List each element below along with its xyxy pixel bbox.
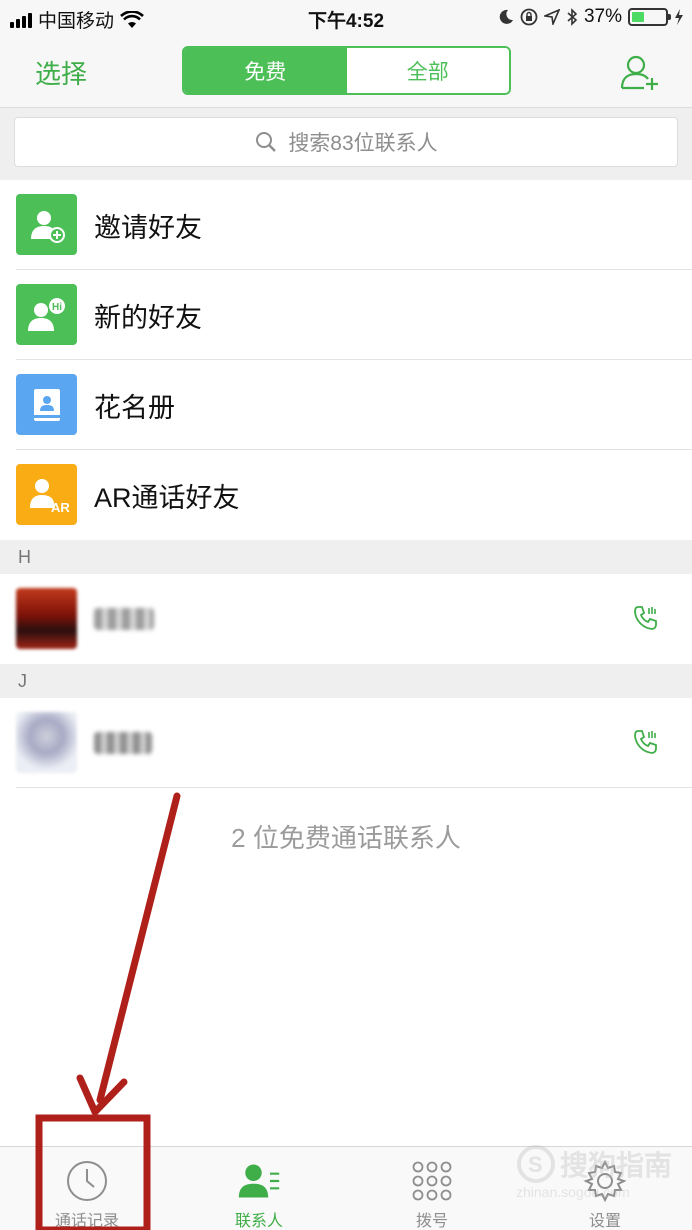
search-icon	[256, 132, 277, 152]
search-area: 搜索83位联系人	[0, 108, 692, 180]
new-friend-icon: Hi	[16, 284, 77, 345]
battery-icon	[628, 8, 671, 26]
section-header-h: H	[0, 540, 692, 574]
watermark: S 搜狗指南 zhinan.sogou.com	[512, 1140, 688, 1210]
tab-label: 拨号	[415, 1213, 448, 1230]
contact-name-blurred	[94, 608, 154, 630]
watermark-brand: 搜狗指南	[560, 1150, 673, 1181]
watermark-url: zhinan.sogou.com	[516, 1184, 630, 1200]
list-item-label: 花名册	[94, 393, 175, 423]
avatar	[16, 712, 77, 773]
free-call-icon[interactable]	[632, 728, 660, 756]
list-item-ar-friend[interactable]: AR AR通话好友	[0, 450, 692, 540]
list-item-new-friend[interactable]: Hi 新的好友	[0, 270, 692, 360]
ar-friend-icon: AR	[16, 464, 77, 525]
svg-text:Hi: Hi	[52, 302, 62, 313]
list-item-invite-friend[interactable]: 邀请好友	[0, 180, 692, 270]
contact-row[interactable]	[0, 698, 692, 788]
clock-icon	[67, 1161, 107, 1201]
add-contact-icon[interactable]	[618, 50, 662, 94]
list-item-roster[interactable]: 花名册	[0, 360, 692, 450]
tab-label: 设置	[588, 1213, 621, 1230]
bluetooth-icon	[567, 8, 578, 26]
tab-dialpad[interactable]: 拨号	[372, 1147, 492, 1230]
list-item-label: 邀请好友	[94, 213, 202, 243]
tab-contacts[interactable]: 联系人	[199, 1147, 319, 1230]
list-item-label: 新的好友	[94, 303, 202, 333]
sogou-logo-icon: S	[517, 1145, 555, 1183]
annotation-arrowhead	[76, 1074, 128, 1116]
battery-percent: 37%	[583, 6, 622, 27]
charging-icon	[675, 9, 683, 25]
moon-icon	[499, 9, 513, 24]
tab-label: 联系人	[234, 1213, 283, 1230]
section-header-j: J	[0, 664, 692, 698]
status-bar: 中国移动 下午4:52 37%	[0, 0, 692, 36]
segment-free[interactable]: 免费	[184, 48, 347, 93]
rotation-lock-icon	[520, 8, 538, 26]
svg-text:S: S	[528, 1152, 543, 1177]
contacts-icon	[238, 1164, 280, 1198]
status-right: 37%	[498, 6, 684, 28]
location-icon	[543, 9, 560, 25]
avatar	[16, 588, 77, 649]
segmented-control: 免费 全部	[182, 46, 511, 95]
search-input[interactable]: 搜索83位联系人	[14, 117, 678, 167]
invite-friend-icon	[16, 194, 77, 255]
contact-list: 邀请好友 Hi 新的好友 花名册 AR AR通话好友 H J	[0, 180, 692, 788]
dialpad-icon	[412, 1161, 452, 1201]
free-call-icon[interactable]	[632, 604, 660, 632]
roster-icon	[16, 374, 77, 435]
tab-call-log[interactable]: 通话记录	[27, 1147, 147, 1230]
tab-label: 通话记录	[54, 1213, 119, 1230]
list-item-label: AR通话好友	[94, 483, 240, 513]
free-contacts-count: 2 位免费通话联系人	[231, 823, 461, 853]
contact-name-blurred	[94, 732, 152, 754]
nav-bar: 选择 免费 全部	[0, 36, 692, 108]
search-placeholder: 搜索83位联系人	[288, 132, 438, 155]
svg-text:AR: AR	[51, 500, 70, 515]
segment-all[interactable]: 全部	[346, 48, 509, 93]
contact-row[interactable]	[0, 574, 692, 664]
select-button[interactable]: 选择	[35, 54, 87, 91]
